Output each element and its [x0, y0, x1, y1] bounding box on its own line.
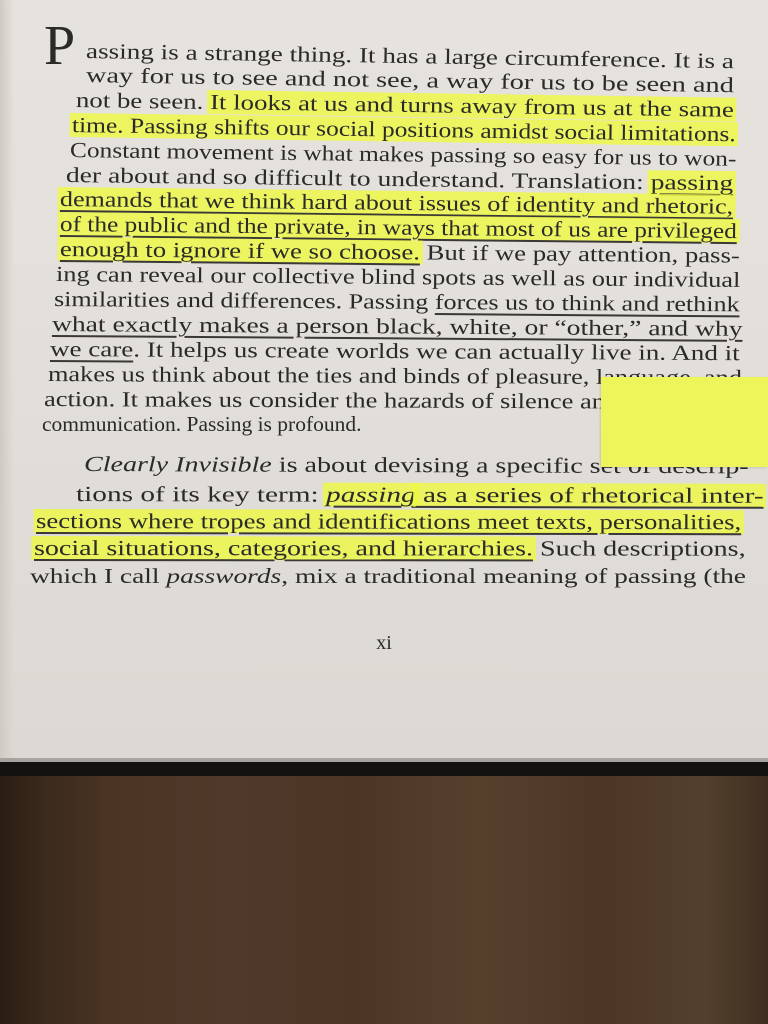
highlighted-text: passing	[647, 170, 736, 196]
page-number: xi	[376, 632, 392, 654]
drop-cap: P	[44, 15, 76, 77]
text-segment: which I call	[30, 564, 167, 588]
highlighted-text: as a series of rhetorical inter-	[412, 482, 767, 508]
text-segment: communication. Passing is profound.	[42, 412, 362, 436]
text-segment: Such descriptions,	[533, 536, 746, 561]
text-line: communication. Passing is profound.	[42, 411, 362, 437]
highlighted-text: passing	[323, 482, 419, 507]
underlined-text: forces us to think and rethink	[434, 289, 740, 317]
highlighted-text: social situations, categories, and hiera…	[31, 535, 536, 561]
text-line: social situations, categories, and hiera…	[31, 535, 746, 562]
text-segment: , mix a traditional meaning of passing (…	[281, 564, 746, 588]
page-shadow-gap	[0, 762, 768, 776]
highlighted-text: enough to ignore if we so choose.	[57, 236, 423, 265]
underlined-text: we care	[49, 337, 134, 362]
text-line: tions of its key term: passing as a seri…	[75, 481, 767, 509]
highlighted-text: sections where tropes and identification…	[33, 508, 744, 535]
text-segment: tions of its key term:	[75, 482, 327, 507]
text-line: which I call passwords, mix a traditiona…	[30, 563, 746, 589]
text-segment: passwords	[166, 564, 282, 588]
wooden-table-surface	[0, 776, 768, 1024]
text-segment: similarities and differences. Passing	[53, 287, 435, 314]
text-line: sections where tropes and identification…	[33, 508, 744, 535]
text-segment: not be seen.	[75, 88, 211, 114]
text-segment: But if we pay attention, pass-	[419, 240, 740, 268]
sticky-note-flag	[601, 377, 768, 467]
text-segment: Clearly Invisible	[83, 452, 272, 477]
